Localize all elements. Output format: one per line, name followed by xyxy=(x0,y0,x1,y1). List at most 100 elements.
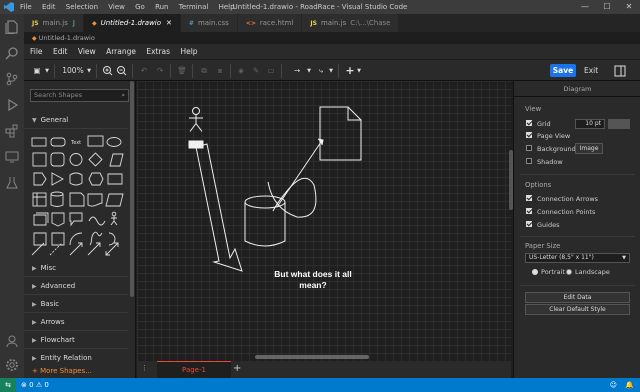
drawio-menu-view[interactable]: View xyxy=(78,47,96,56)
testing-icon[interactable] xyxy=(5,176,19,190)
connector-line[interactable] xyxy=(276,141,322,208)
canvas-horizontal-scrollbar[interactable] xyxy=(255,355,369,359)
landscape-radio[interactable] xyxy=(566,269,572,275)
explorer-icon[interactable] xyxy=(5,20,19,34)
save-button[interactable]: Save xyxy=(550,64,576,77)
background-checkbox-row[interactable]: Background xyxy=(526,144,576,154)
search-shapes-input[interactable]: Search Shapes ⌕ xyxy=(30,89,129,102)
account-icon[interactable] xyxy=(5,334,19,348)
drawio-menu-edit[interactable]: Edit xyxy=(53,47,68,56)
page-tab[interactable]: Page-1 xyxy=(157,361,231,378)
connection-style-icon[interactable]: → xyxy=(288,64,306,78)
paper-size-select[interactable]: US-Letter (8,5" x 11") ▼ xyxy=(525,253,630,263)
shapes-scrollbar[interactable] xyxy=(130,81,134,297)
settings-gear-icon[interactable] xyxy=(5,358,19,372)
menu-help[interactable]: Help xyxy=(219,3,235,11)
format-panel-toggle-icon[interactable] xyxy=(614,64,626,78)
menu-file[interactable]: File xyxy=(20,3,32,11)
block-arrow-shape[interactable] xyxy=(195,143,243,272)
undo-icon[interactable]: ↶ xyxy=(138,64,150,78)
chevron-down-icon[interactable]: ▼ xyxy=(328,64,334,78)
section-advanced[interactable]: ▶ Advanced xyxy=(24,277,128,295)
background-checkbox[interactable] xyxy=(526,145,532,151)
connection-arrows-checkbox[interactable] xyxy=(526,195,532,201)
menu-go[interactable]: Go xyxy=(135,3,145,11)
fill-color-icon[interactable]: ◈ xyxy=(235,64,247,78)
chevron-down-icon[interactable]: ▼ xyxy=(306,64,312,78)
canvas-vertical-scrollbar[interactable] xyxy=(509,150,513,210)
drawio-menu-arrange[interactable]: Arrange xyxy=(106,47,136,56)
notifications-bell-icon[interactable]: 🔔 xyxy=(625,381,634,389)
shadow-checkbox-row[interactable]: Shadow xyxy=(526,157,563,167)
chevron-down-icon[interactable]: ▼ xyxy=(44,64,50,78)
tab-race-html[interactable]: <> race.html xyxy=(237,14,303,32)
menu-terminal[interactable]: Terminal xyxy=(179,3,209,11)
page-view-checkbox-row[interactable]: Page View xyxy=(526,131,570,141)
grid-checkbox-row[interactable]: Grid xyxy=(526,119,551,129)
zoom-out-icon[interactable] xyxy=(116,64,128,78)
portrait-radio-row[interactable]: Portrait xyxy=(532,267,565,277)
problems-indicator[interactable]: ⊗ 0 ⚠ 0 xyxy=(21,381,49,389)
grid-color-swatch[interactable] xyxy=(608,119,630,129)
extensions-icon[interactable] xyxy=(5,124,19,138)
clear-default-style-button[interactable]: Clear Default Style xyxy=(525,304,630,315)
guides-checkbox[interactable] xyxy=(526,221,532,227)
zoom-in-icon[interactable] xyxy=(102,64,114,78)
image-button[interactable]: Image xyxy=(575,143,603,154)
guides-row[interactable]: Guides xyxy=(526,220,559,230)
page-view-checkbox[interactable] xyxy=(526,132,532,138)
redo-icon[interactable]: ↷ xyxy=(154,64,166,78)
section-misc[interactable]: ▶ Misc xyxy=(24,259,128,277)
remote-explorer-icon[interactable] xyxy=(5,150,19,164)
line-color-icon[interactable]: ✎ xyxy=(250,64,262,78)
to-back-icon[interactable]: ⧈ xyxy=(214,64,226,78)
maximize-icon[interactable]: ☐ xyxy=(596,0,618,14)
waypoints-icon[interactable]: ⤷ xyxy=(314,64,328,78)
actor-shape[interactable] xyxy=(189,107,203,132)
connection-arrows-row[interactable]: Connection Arrows xyxy=(526,194,598,204)
menu-selection[interactable]: Selection xyxy=(66,3,98,11)
general-shapes-grid[interactable]: Text xyxy=(30,133,128,257)
tab-main-js-chase[interactable]: JS main.js C:\...\Chase xyxy=(302,14,400,32)
diagram-canvas[interactable]: But what does it all mean? xyxy=(137,81,511,361)
shadow-icon[interactable]: ▭ xyxy=(265,64,277,78)
minimize-icon[interactable]: — xyxy=(574,0,596,14)
drawio-menu-file[interactable]: File xyxy=(30,47,43,56)
drawio-menu-help[interactable]: Help xyxy=(180,47,197,56)
grid-checkbox[interactable] xyxy=(526,120,532,126)
remote-indicator-icon[interactable]: ⇆ xyxy=(0,378,16,392)
menu-run[interactable]: Run xyxy=(155,3,168,11)
chevron-down-icon[interactable]: ▼ xyxy=(356,64,362,78)
more-shapes-button[interactable]: + More Shapes... xyxy=(24,364,135,378)
section-flowchart[interactable]: ▶ Flowchart xyxy=(24,331,128,349)
connection-points-checkbox[interactable] xyxy=(526,208,532,214)
zoom-level[interactable]: 100% xyxy=(60,64,86,78)
section-general[interactable]: ▼ General xyxy=(24,111,128,129)
add-page-icon[interactable]: + xyxy=(233,363,241,374)
shadow-checkbox[interactable] xyxy=(526,158,532,164)
tab-main-js[interactable]: JS main.js J xyxy=(24,14,84,32)
feedback-icon[interactable]: ☺ xyxy=(610,381,617,389)
portrait-radio[interactable] xyxy=(532,269,538,275)
close-tab-icon[interactable]: ✕ xyxy=(166,19,172,27)
search-icon[interactable]: ⌕ xyxy=(121,90,125,101)
search-icon[interactable] xyxy=(5,46,19,60)
insert-plus-icon[interactable]: + xyxy=(344,64,356,78)
document-shape[interactable] xyxy=(319,106,362,161)
page-layout-icon[interactable]: ▣ xyxy=(30,64,44,78)
source-control-icon[interactable] xyxy=(5,72,19,86)
delete-icon[interactable]: 🗑 xyxy=(176,64,188,78)
tab-main-css[interactable]: # main.css xyxy=(180,14,238,32)
canvas-text-label[interactable]: But what does it all mean? xyxy=(260,269,366,291)
landscape-radio-row[interactable]: Landscape xyxy=(566,267,610,277)
pages-menu-icon[interactable]: ⋮ xyxy=(141,364,148,372)
edit-data-button[interactable]: Edit Data xyxy=(525,292,630,303)
exit-button[interactable]: Exit xyxy=(584,64,598,77)
tab-untitled-drawio[interactable]: ◆ Untitled-1.drawio ✕ xyxy=(83,14,181,32)
grid-size-input[interactable]: 10 pt xyxy=(575,119,605,129)
breadcrumb-file[interactable]: Untitled-1.drawio xyxy=(39,34,95,42)
to-front-icon[interactable]: ⧉ xyxy=(198,64,210,78)
section-arrows[interactable]: ▶ Arrows xyxy=(24,313,128,331)
close-window-icon[interactable]: ✕ xyxy=(618,0,640,14)
chevron-down-icon[interactable]: ▼ xyxy=(86,64,92,78)
